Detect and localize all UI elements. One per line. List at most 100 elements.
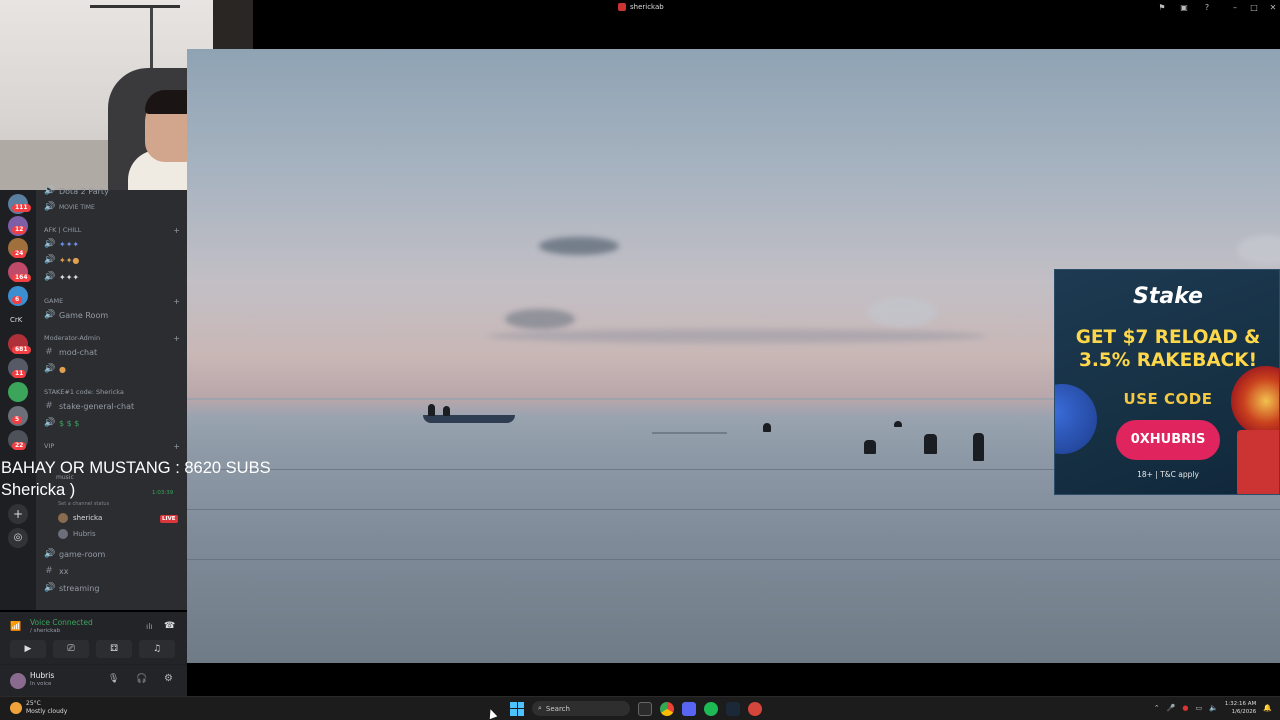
text-channel-mod-chat[interactable]: # mod-chat bbox=[44, 345, 97, 359]
server-label[interactable]: CrK bbox=[10, 316, 22, 324]
chrome-icon[interactable] bbox=[660, 701, 674, 716]
minimize-icon[interactable]: – bbox=[1230, 3, 1240, 13]
stake-ad[interactable]: Stake GET $7 RELOAD & 3.5% RAKEBACK! USE… bbox=[1054, 269, 1280, 495]
taskbar-apps: ⌕ Search bbox=[510, 701, 762, 716]
window-titlebar: sherickab ⚑ ▣ ? – □ ✕ bbox=[253, 0, 1280, 16]
voice-channel-streaming[interactable]: 🔊 streaming bbox=[44, 581, 99, 595]
text-channel-xx[interactable]: # xx bbox=[44, 564, 68, 578]
speaker-icon: 🔊 bbox=[44, 255, 56, 265]
add-channel-icon[interactable]: + bbox=[173, 442, 180, 451]
clock[interactable]: 1:32:16 AM 1/6/2026 bbox=[1225, 700, 1256, 716]
server-badge: 12 bbox=[12, 226, 27, 234]
windows-start-icon[interactable] bbox=[510, 701, 524, 716]
ad-headline: GET $7 RELOAD & 3.5% RAKEBACK! bbox=[1075, 327, 1261, 371]
promo-code-button[interactable]: 0XHUBRIS bbox=[1116, 420, 1220, 460]
hash-icon: # bbox=[45, 347, 53, 357]
server-rail: 111 12 24 164 6 CrK 681 11 5 22 + ◎ bbox=[0, 190, 36, 610]
discover-icon[interactable]: ◎ bbox=[8, 528, 28, 548]
category-moderator[interactable]: Moderator-Admin + bbox=[44, 332, 180, 344]
add-channel-icon[interactable]: + bbox=[173, 226, 180, 235]
wave bbox=[187, 509, 1280, 510]
voice-channel[interactable]: 🔊 ✦✦● bbox=[44, 253, 79, 267]
voice-channel-name[interactable]: / sherickab bbox=[30, 628, 60, 634]
voice-status[interactable]: Voice Connected bbox=[30, 618, 93, 627]
voice-channel[interactable]: 🔊 ✦✦✦ bbox=[44, 237, 79, 251]
category-afk[interactable]: AFK | CHILL + bbox=[44, 224, 180, 236]
voice-channel-game-room[interactable]: 🔊 game-room bbox=[44, 547, 105, 561]
search-icon: ⌕ bbox=[538, 704, 542, 712]
weather-icon bbox=[10, 702, 22, 714]
category-stake[interactable]: STAKE#1 code: Shericka bbox=[44, 386, 180, 398]
system-tray: ⌃ 🎤 ● ▭ 🔈 1:32:16 AM 1/6/2026 🔔 bbox=[1154, 700, 1272, 716]
add-channel-icon[interactable]: + bbox=[173, 297, 180, 306]
voice-user-shericka[interactable]: shericka bbox=[58, 511, 102, 525]
wave bbox=[652, 432, 727, 434]
bed bbox=[0, 140, 110, 190]
voice-channel-game-room[interactable]: 🔊 Game Room bbox=[44, 308, 108, 322]
voice-panel: 📶 Voice Connected / sherickab ılı ☎ ▶ ⎚ … bbox=[0, 612, 187, 664]
voice-channel[interactable]: 🔊 ✦✦✦ bbox=[44, 270, 79, 284]
cloud bbox=[867, 297, 937, 327]
volume-icon[interactable]: 🔈 bbox=[1209, 704, 1218, 712]
activities-button[interactable]: ⚃ bbox=[96, 640, 132, 658]
voice-user-hubris[interactable]: Hubris bbox=[58, 527, 96, 541]
camera-button[interactable]: ▶ bbox=[10, 640, 46, 658]
emoji-label: ● bbox=[59, 364, 66, 374]
channel-status[interactable]: Set a channel status bbox=[58, 501, 109, 507]
disconnect-icon[interactable]: ☎ bbox=[164, 621, 175, 631]
steam-icon[interactable] bbox=[726, 701, 740, 716]
window-title: sherickab bbox=[618, 3, 664, 11]
speaker-icon: 🔊 bbox=[44, 364, 56, 374]
swimmer bbox=[924, 434, 937, 454]
microphone-icon[interactable]: 🎙 bbox=[108, 674, 119, 684]
notification-icon[interactable]: 🔔 bbox=[1263, 704, 1272, 712]
speaker-icon: 🔊 bbox=[44, 418, 56, 428]
add-channel-icon[interactable]: + bbox=[173, 334, 180, 343]
weather-widget[interactable]: 25°C Mostly cloudy bbox=[10, 700, 67, 716]
network-icon[interactable]: ▭ bbox=[1195, 704, 1202, 712]
discord-icon[interactable] bbox=[682, 701, 696, 716]
file-explorer-icon[interactable] bbox=[638, 701, 652, 716]
subs-goal-text: BAHAY OR MUSTANG : 8620 SUBS bbox=[1, 459, 271, 477]
text-channel-stake[interactable]: # stake-general-chat bbox=[44, 399, 134, 413]
temperature: 25°C bbox=[26, 700, 41, 707]
chevron-up-icon[interactable]: ⌃ bbox=[1154, 704, 1160, 712]
screenshare-button[interactable]: ⎚ bbox=[53, 640, 89, 658]
speaker-icon: 🔊 bbox=[44, 549, 56, 559]
microphone-icon[interactable]: 🎤 bbox=[1167, 704, 1176, 712]
app-icon[interactable] bbox=[748, 701, 762, 716]
mic-muted-icon[interactable]: ● bbox=[1182, 704, 1188, 712]
swimmer bbox=[763, 423, 771, 432]
kayaker bbox=[443, 406, 450, 416]
spotify-icon[interactable] bbox=[704, 701, 718, 716]
screen-icon[interactable]: ▣ bbox=[1179, 3, 1189, 13]
speaker-icon: 🔊 bbox=[44, 272, 56, 282]
cloud bbox=[487, 329, 987, 343]
search-box[interactable]: ⌕ Search bbox=[532, 701, 630, 716]
add-server-icon[interactable]: + bbox=[8, 504, 28, 524]
category-vip[interactable]: VIP + bbox=[44, 440, 180, 452]
soundboard-button[interactable]: ♫ bbox=[139, 640, 175, 658]
username[interactable]: Hubris bbox=[30, 671, 54, 680]
user-panel: Hubris In voice 🎙 🎧 ⚙ bbox=[0, 664, 187, 696]
flag-icon[interactable]: ⚑ bbox=[1157, 3, 1167, 13]
close-icon[interactable]: ✕ bbox=[1268, 3, 1278, 13]
voice-channel[interactable]: 🔊 Dota 2 Party bbox=[44, 184, 109, 198]
server-badge: 22 bbox=[12, 442, 27, 450]
gear-icon[interactable]: ⚙ bbox=[164, 673, 173, 684]
headphones-icon[interactable]: 🎧 bbox=[136, 674, 147, 684]
help-icon[interactable]: ? bbox=[1202, 3, 1212, 13]
voice-channel[interactable]: 🔊 MOVIE TIME bbox=[44, 200, 95, 214]
server-icon[interactable] bbox=[8, 382, 28, 402]
category-game[interactable]: GAME + bbox=[44, 295, 180, 307]
noise-suppression-icon[interactable]: ılı bbox=[146, 622, 153, 631]
speaker-icon: 🔊 bbox=[44, 310, 56, 320]
swimmer bbox=[864, 440, 876, 454]
pullup-rack bbox=[90, 5, 180, 128]
voice-channel[interactable]: 🔊 ● bbox=[44, 362, 66, 376]
avatar[interactable] bbox=[10, 673, 26, 689]
server-badge: 11 bbox=[12, 370, 27, 378]
hash-icon: # bbox=[45, 566, 53, 576]
maximize-icon[interactable]: □ bbox=[1249, 3, 1259, 13]
voice-channel[interactable]: 🔊 $ $ $ bbox=[44, 416, 79, 430]
